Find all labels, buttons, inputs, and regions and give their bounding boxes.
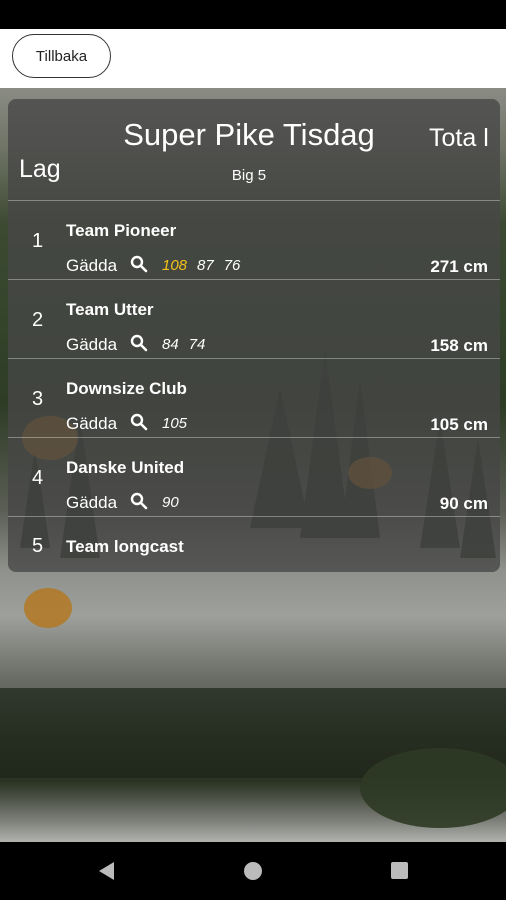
system-nav-bar: [0, 842, 506, 900]
team-name: Downsize Club: [66, 379, 187, 398]
team-rank: 2: [32, 309, 44, 331]
catch-list: 105: [162, 415, 187, 432]
species-label: Gädda: [66, 493, 118, 512]
team-name: Danske United: [66, 458, 185, 477]
team-rank: 5: [32, 535, 44, 557]
catch-length: 90: [162, 494, 179, 511]
status-bar: [0, 0, 506, 29]
catch-length: 84: [162, 336, 179, 353]
team-name: Team Utter: [66, 300, 154, 319]
team-row[interactable]: 1 Team Pioneer Gädda 108 87 76 271 cm: [8, 201, 500, 280]
back-button[interactable]: Tillbaka: [12, 34, 111, 78]
search-icon[interactable]: [129, 255, 151, 273]
search-icon[interactable]: [129, 492, 151, 510]
team-total: 105 cm: [430, 415, 488, 434]
team-name: Team Pioneer: [66, 221, 177, 240]
catch-list: 90: [162, 494, 179, 511]
team-row[interactable]: 4 Danske United Gädda 90 90 cm: [8, 438, 500, 517]
team-rank: 1: [32, 230, 44, 252]
search-icon[interactable]: [129, 334, 151, 352]
team-rank: 3: [32, 388, 44, 410]
species-label: Gädda: [66, 414, 118, 433]
team-total: 158 cm: [430, 336, 488, 355]
species-label: Gädda: [66, 335, 118, 354]
catch-length: 108: [162, 257, 188, 274]
catch-length: 105: [162, 415, 188, 432]
catch-length: 87: [197, 257, 214, 274]
catch-list: 84 74: [162, 336, 205, 353]
home-circle-icon[interactable]: [244, 862, 262, 880]
team-total: 271 cm: [430, 257, 488, 276]
team-rank: 4: [32, 467, 44, 489]
team-total: 90 cm: [439, 494, 488, 513]
recents-square-icon[interactable]: [391, 862, 408, 879]
leaderboard-list: 1 Team Pioneer Gädda 108 87 76 271 cm 2 Team Utt…: [8, 201, 500, 571]
back-triangle-icon[interactable]: [99, 862, 114, 880]
team-row[interactable]: 3 Downsize Club Gädda 105 105 cm: [8, 359, 500, 438]
leaderboard-header: Lag Super Pike Tisdag Big 5 Tota l: [8, 99, 500, 201]
competition-subtitle: Big 5: [231, 167, 267, 184]
leaderboard-panel: Lag Super Pike Tisdag Big 5 Tota l 1 Team…: [8, 99, 500, 572]
team-name: Team longcast: [66, 537, 184, 556]
team-column-header: Lag: [19, 155, 61, 183]
search-icon[interactable]: [129, 413, 151, 431]
catch-length: 76: [223, 257, 241, 274]
catch-length: 74: [188, 336, 206, 353]
team-row[interactable]: 2 Team Utter Gädda 84 74 158 cm: [8, 280, 500, 359]
app-header: Tillbaka: [0, 29, 506, 88]
species-label: Gädda: [66, 256, 118, 275]
catch-list: 108 87 76: [162, 257, 240, 274]
team-row[interactable]: 5 Team longcast: [8, 517, 500, 571]
competition-title: Super Pike Tisdag: [123, 117, 375, 152]
total-column-header: Tota l: [429, 124, 489, 152]
